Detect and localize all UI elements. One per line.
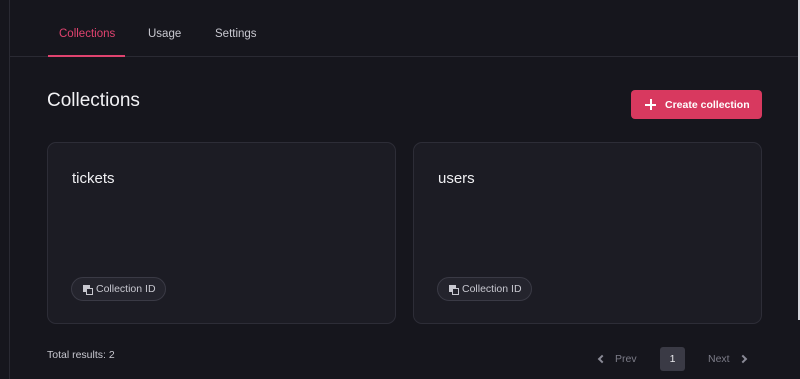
copy-icon	[449, 285, 459, 295]
next-page-button[interactable]: Next	[708, 353, 747, 365]
tab-usage[interactable]: Usage	[148, 28, 181, 40]
next-label: Next	[708, 353, 730, 365]
prev-page-button[interactable]: Prev	[597, 353, 637, 365]
prev-label: Prev	[615, 353, 637, 365]
active-tab-indicator	[48, 55, 125, 57]
collection-card-tickets[interactable]: tickets Collection ID	[47, 142, 396, 324]
plus-icon	[645, 99, 656, 110]
page-title: Collections	[47, 90, 140, 111]
chevron-right-icon	[738, 354, 747, 364]
chevron-left-icon	[597, 354, 607, 364]
copy-collection-id-button[interactable]: Collection ID	[437, 277, 532, 301]
copy-icon	[83, 285, 93, 295]
collection-card-users[interactable]: users Collection ID	[413, 142, 762, 324]
collection-id-label: Collection ID	[462, 283, 522, 295]
tab-bar: Collections Usage Settings	[10, 0, 798, 57]
create-collection-label: Create collection	[665, 98, 750, 111]
collection-name: tickets	[72, 170, 115, 187]
collection-name: users	[438, 170, 475, 187]
tab-collections[interactable]: Collections	[59, 28, 115, 40]
copy-collection-id-button[interactable]: Collection ID	[71, 277, 166, 301]
total-results: Total results: 2	[47, 349, 115, 361]
page-number-button[interactable]: 1	[660, 347, 685, 371]
collection-id-label: Collection ID	[96, 283, 156, 295]
tab-settings[interactable]: Settings	[215, 28, 257, 40]
create-collection-button[interactable]: Create collection	[631, 90, 762, 119]
